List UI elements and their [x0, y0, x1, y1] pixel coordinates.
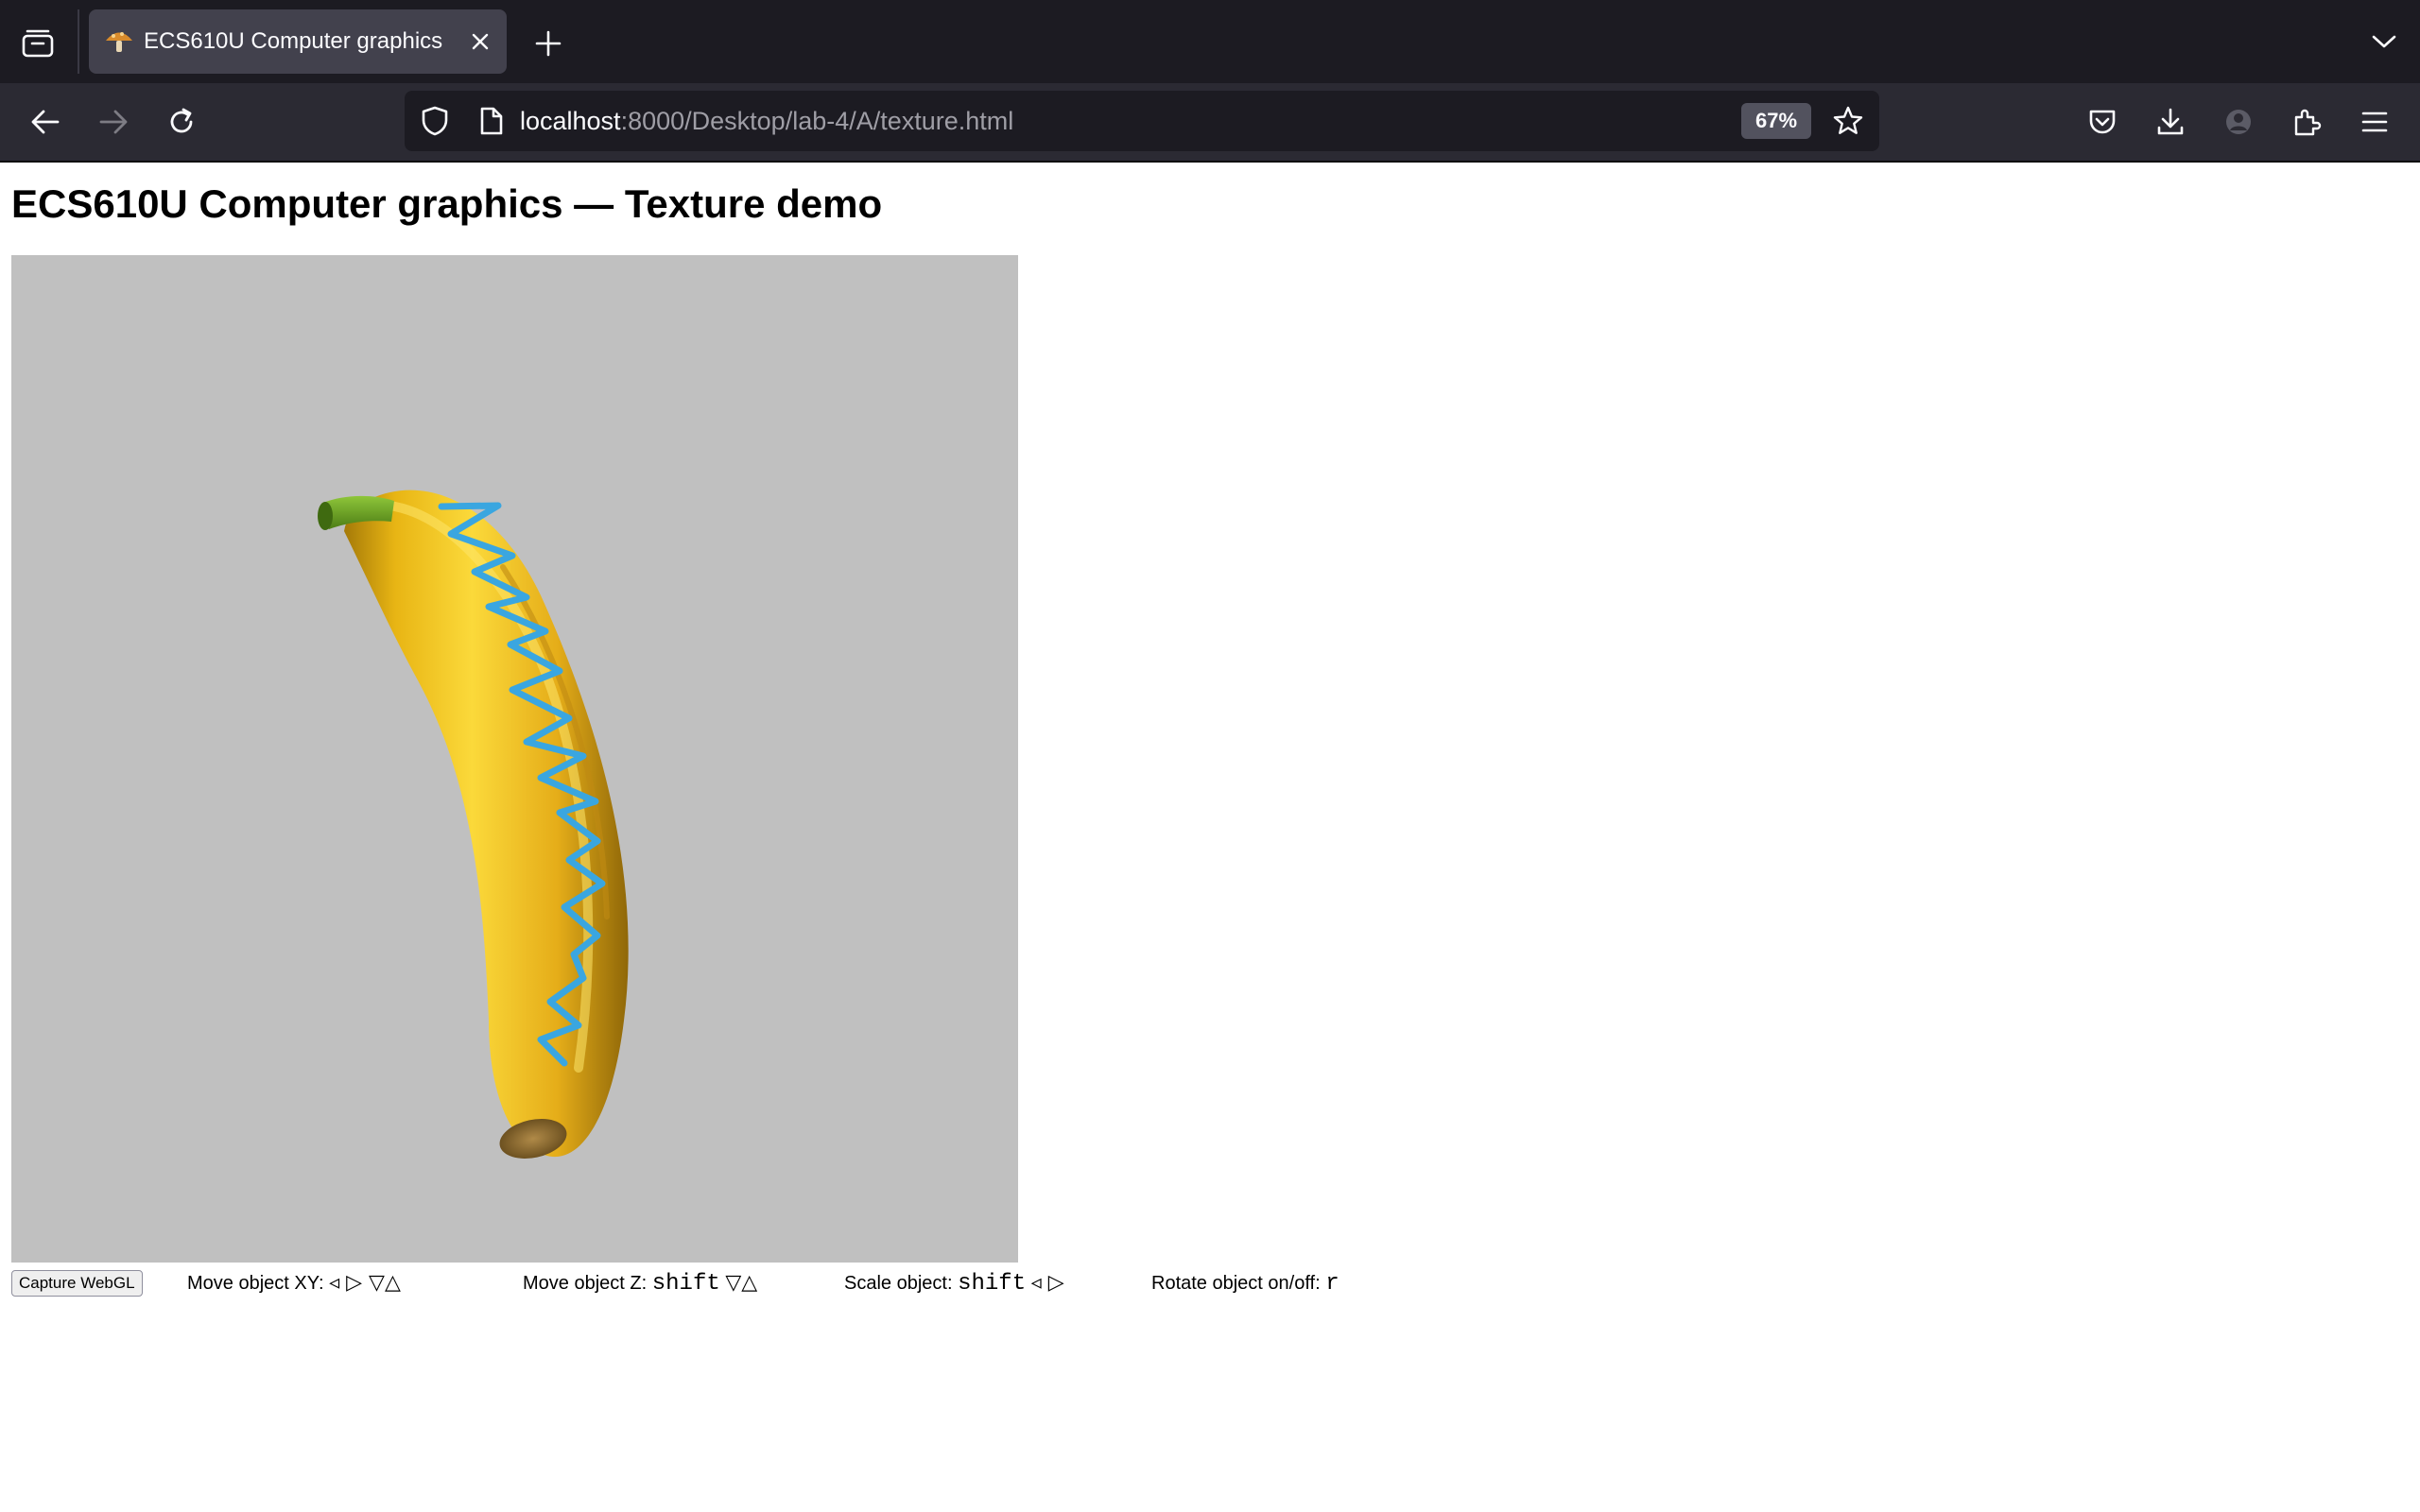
scale-modifier: shift	[958, 1271, 1027, 1297]
scale-label: Scale object:	[844, 1273, 953, 1294]
back-button[interactable]	[23, 99, 68, 145]
app-menu-button[interactable]	[2352, 99, 2397, 145]
reload-icon	[170, 108, 193, 133]
url-bar[interactable]: localhost:8000/Desktop/lab-4/A/texture.h…	[405, 91, 1879, 151]
rotate-label: Rotate object on/off:	[1151, 1273, 1321, 1294]
tracking-protection-button[interactable]	[416, 102, 454, 140]
page-title: ECS610U Computer graphics — Texture demo	[11, 181, 883, 226]
tab-list-icon	[22, 29, 54, 58]
site-info-button[interactable]	[473, 102, 510, 140]
nav-bar: localhost:8000/Desktop/lab-4/A/texture.h…	[0, 83, 2420, 163]
close-icon	[472, 33, 489, 50]
banana-render	[318, 490, 629, 1159]
move-z-label: Move object Z:	[523, 1273, 648, 1294]
move-z-modifier: shift	[651, 1271, 720, 1297]
extensions-button[interactable]	[2284, 99, 2329, 145]
forward-button[interactable]	[91, 99, 136, 145]
pocket-icon	[2089, 110, 2116, 134]
chevron-down-icon	[2372, 35, 2396, 48]
arrow-left-icon	[31, 110, 60, 134]
page-icon	[480, 107, 503, 135]
move-xy-keys: ◃ ▷ ▽△	[329, 1271, 401, 1295]
controls-row: Capture WebGL Move object XY: ◃ ▷ ▽△ Mov…	[11, 1270, 2091, 1297]
banana-stem-end	[318, 502, 333, 530]
list-all-tabs-button[interactable]	[2363, 21, 2405, 62]
tab-close-button[interactable]	[461, 23, 499, 60]
url-path: :8000/Desktop/lab-4/A/texture.html	[620, 107, 1014, 135]
bookmark-button[interactable]	[1828, 102, 1868, 140]
account-button[interactable]	[2216, 99, 2261, 145]
move-z-hint: Move object Z: shift ▽△	[523, 1272, 757, 1296]
url-host: localhost	[520, 107, 621, 135]
reload-button[interactable]	[159, 99, 204, 145]
shield-icon	[422, 106, 448, 136]
move-xy-hint: Move object XY: ◃ ▷ ▽△	[187, 1272, 401, 1295]
scale-keys: ◃ ▷	[1030, 1271, 1064, 1295]
hamburger-menu-icon	[2361, 112, 2388, 132]
zoom-level-button[interactable]: 67%	[1741, 103, 1811, 139]
mushroom-icon	[106, 32, 132, 52]
account-icon	[2226, 110, 2251, 134]
tab-active[interactable]: ECS610U Computer graphics	[89, 9, 507, 74]
arrow-right-icon	[99, 110, 128, 134]
move-z-keys: ▽△	[725, 1271, 758, 1295]
tab-title: ECS610U Computer graphics	[144, 28, 443, 54]
scale-hint: Scale object: shift ◃ ▷	[844, 1272, 1064, 1296]
download-icon	[2157, 108, 2184, 135]
url-text[interactable]: localhost:8000/Desktop/lab-4/A/texture.h…	[520, 107, 1013, 135]
rotate-key: r	[1325, 1271, 1340, 1297]
rotate-hint: Rotate object on/off: r	[1151, 1272, 1340, 1296]
move-xy-label: Move object XY:	[187, 1273, 324, 1294]
star-icon	[1833, 106, 1863, 134]
new-tab-button[interactable]	[527, 23, 569, 64]
puzzle-icon	[2294, 109, 2322, 136]
webgl-canvas[interactable]	[11, 255, 1018, 1263]
downloads-button[interactable]	[2148, 99, 2193, 145]
tab-separator	[78, 9, 79, 74]
pocket-button[interactable]	[2080, 99, 2125, 145]
tab-bar: ECS610U Computer graphics	[0, 0, 2420, 83]
plus-icon	[535, 30, 562, 57]
capture-webgl-button[interactable]: Capture WebGL	[11, 1270, 143, 1297]
tab-list-button[interactable]	[17, 23, 59, 64]
